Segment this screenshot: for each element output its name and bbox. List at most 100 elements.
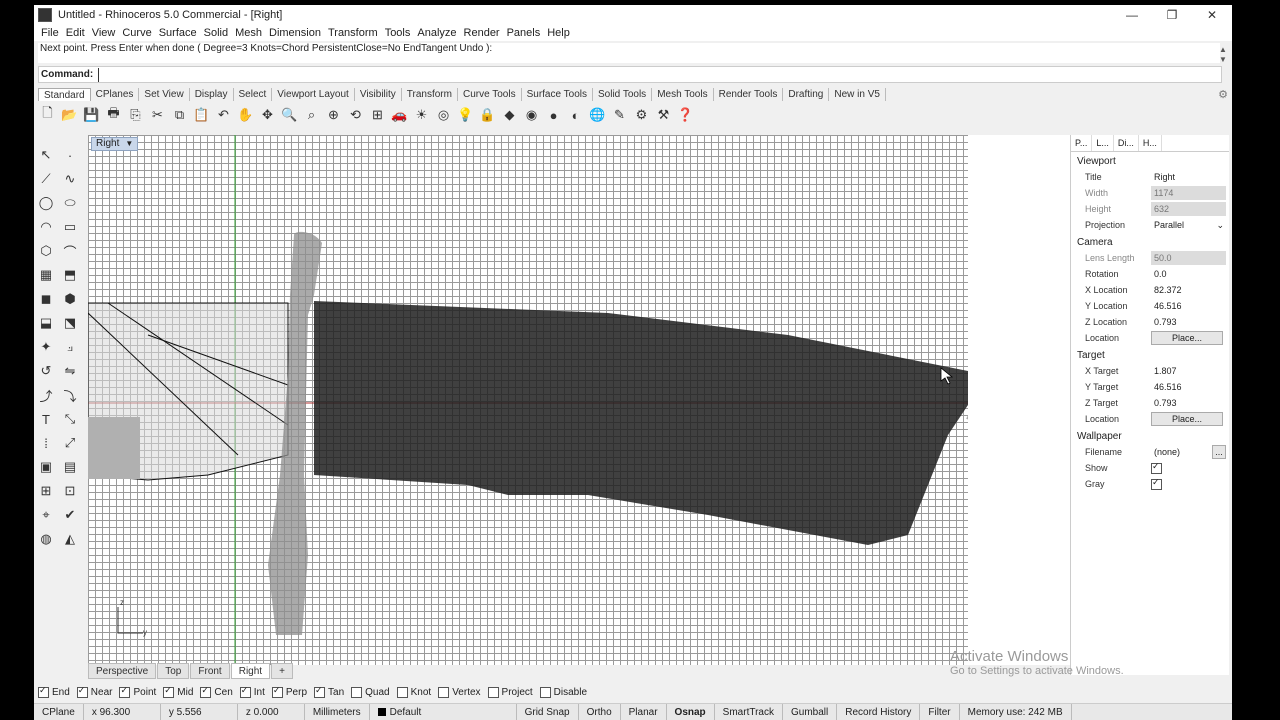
status-units[interactable]: Millimeters	[305, 704, 370, 720]
transform-icon[interactable]: ⤢	[60, 433, 80, 453]
polygon-icon[interactable]: ⬡	[36, 241, 56, 261]
surface-icon[interactable]: ▦	[36, 265, 56, 285]
check-icon[interactable]: ✔	[60, 505, 80, 525]
trim-icon[interactable]: ⤴	[36, 385, 56, 405]
cut-icon[interactable]: ✂	[148, 106, 167, 125]
status-grid-snap[interactable]: Grid Snap	[517, 704, 579, 720]
open-icon[interactable]: 📂	[60, 106, 79, 125]
osnap-vertex-checkbox[interactable]	[438, 687, 450, 698]
status-gumball[interactable]: Gumball	[783, 704, 838, 720]
osnap-vertex[interactable]: Vertex	[438, 687, 481, 698]
status-planar[interactable]: Planar	[621, 704, 667, 720]
tab-set-view[interactable]: Set View	[139, 88, 190, 101]
projection-select[interactable]: Parallel ⌄	[1151, 218, 1226, 232]
menu-analyze[interactable]: Analyze	[417, 27, 456, 39]
shade-icon[interactable]: ◐	[566, 106, 585, 125]
help-icon[interactable]: ❓	[676, 106, 695, 125]
osnap-tan-checkbox[interactable]	[314, 685, 326, 698]
tab-top[interactable]: Top	[157, 663, 190, 679]
y-target-field[interactable]: 46.516	[1151, 380, 1226, 394]
osnap-near[interactable]: Near	[76, 685, 112, 698]
light-icon[interactable]: ☀	[412, 106, 431, 125]
menu-transform[interactable]: Transform	[328, 27, 378, 39]
menu-dimension[interactable]: Dimension	[269, 27, 321, 39]
rectangle-icon[interactable]: ▭	[60, 217, 80, 237]
box-icon[interactable]: ◼	[36, 289, 56, 309]
status-osnap[interactable]: Osnap	[667, 704, 715, 720]
tab-cplanes[interactable]: CPlanes	[91, 88, 140, 101]
z-target-field[interactable]: 0.793	[1151, 396, 1226, 410]
menu-curve[interactable]: Curve	[122, 27, 151, 39]
curve-icon[interactable]: ∿	[60, 169, 80, 189]
tab-right[interactable]: Right	[230, 663, 271, 679]
tab-render-tools[interactable]: Render Tools	[714, 88, 784, 101]
right-viewport[interactable]: z y Right ▼	[88, 135, 968, 665]
osnap-perp[interactable]: Perp	[271, 685, 307, 698]
pencil-icon[interactable]: ✎	[610, 106, 629, 125]
osnap-end[interactable]: End	[38, 685, 70, 698]
sweep-icon[interactable]: ⟓	[60, 337, 80, 357]
zoom-selected-icon[interactable]: ◎	[434, 106, 453, 125]
osnap-quad[interactable]: Quad	[351, 687, 390, 698]
light-tool-icon[interactable]: ✦	[36, 337, 56, 357]
viewport-menu-arrow-icon[interactable]: ▼	[125, 139, 133, 148]
color-wheel-icon[interactable]: ◉	[522, 106, 541, 125]
viewport-title-tab[interactable]: Right ▼	[91, 137, 139, 151]
polyline-icon[interactable]: ⟋	[36, 169, 56, 189]
split-icon[interactable]: ⤵	[60, 385, 80, 405]
menu-help[interactable]: Help	[547, 27, 570, 39]
dimension-icon[interactable]: ⬔	[60, 313, 80, 333]
filename-field[interactable]: (none)	[1151, 445, 1212, 459]
four-views-icon[interactable]: ⊞	[368, 106, 387, 125]
rotate-icon[interactable]: ↺	[36, 361, 56, 381]
scale-icon[interactable]: ⤡	[60, 409, 80, 429]
status-layer[interactable]: Default	[370, 704, 517, 720]
tab-standard[interactable]: Standard	[38, 88, 91, 101]
minimize-button[interactable]: —	[1112, 5, 1152, 25]
osnap-project-checkbox[interactable]	[487, 687, 499, 698]
lock-icon[interactable]: 🔒	[478, 106, 497, 125]
tab-transform[interactable]: Transform	[402, 88, 458, 101]
status-record-history[interactable]: Record History	[837, 704, 921, 720]
tab-display[interactable]: Display	[190, 88, 234, 101]
boolean-icon[interactable]: ⬢	[60, 289, 80, 309]
ellipse-icon[interactable]: ⬭	[60, 193, 80, 213]
osnap-quad-checkbox[interactable]	[351, 687, 363, 698]
browse-button[interactable]: ...	[1212, 445, 1226, 459]
osnap-perp-checkbox[interactable]	[271, 685, 283, 698]
tab-curve-tools[interactable]: Curve Tools	[458, 88, 522, 101]
menu-mesh[interactable]: Mesh	[235, 27, 262, 39]
arc-icon[interactable]: ◠	[36, 217, 56, 237]
menu-file[interactable]: File	[41, 27, 59, 39]
show-checkbox[interactable]	[1151, 461, 1162, 474]
hatch-icon[interactable]: ▤	[60, 457, 80, 477]
z-location-field[interactable]: 0.793	[1151, 315, 1226, 329]
analyze-icon[interactable]: ⌖	[36, 505, 56, 525]
extrude-icon[interactable]: ⬒	[60, 265, 80, 285]
osnap-cen-checkbox[interactable]	[200, 685, 212, 698]
panel-tab-display[interactable]: Di...	[1114, 135, 1139, 151]
osnap-point[interactable]: Point	[119, 685, 156, 698]
car-icon[interactable]: 🚗	[390, 106, 409, 125]
tab-solid-tools[interactable]: Solid Tools	[593, 88, 653, 101]
x-target-field[interactable]: 1.807	[1151, 364, 1226, 378]
restore-button[interactable]: ❐	[1152, 5, 1192, 25]
osnap-disable-checkbox[interactable]	[539, 687, 551, 698]
osnap-knot[interactable]: Knot	[396, 687, 431, 698]
array-icon[interactable]: ⁞	[36, 433, 56, 453]
mesh-icon[interactable]: ⬓	[36, 313, 56, 333]
osnap-tan[interactable]: Tan	[314, 685, 344, 698]
menu-edit[interactable]: Edit	[66, 27, 85, 39]
osnap-project[interactable]: Project	[487, 687, 533, 698]
tab-mesh-tools[interactable]: Mesh Tools	[652, 88, 714, 101]
panel-tab-layers[interactable]: L...	[1092, 135, 1114, 151]
menu-panels[interactable]: Panels	[507, 27, 541, 39]
gray-checkbox[interactable]	[1151, 477, 1162, 490]
sphere-icon[interactable]: ●	[544, 106, 563, 125]
grid-icon[interactable]: ⊞	[36, 481, 56, 501]
paint-icon[interactable]: ◭	[60, 529, 80, 549]
options-icon[interactable]: ⚒	[654, 106, 673, 125]
tab-perspective[interactable]: Perspective	[88, 663, 157, 679]
render-icon[interactable]: 🌐	[588, 106, 607, 125]
block-icon[interactable]: ▣	[36, 457, 56, 477]
